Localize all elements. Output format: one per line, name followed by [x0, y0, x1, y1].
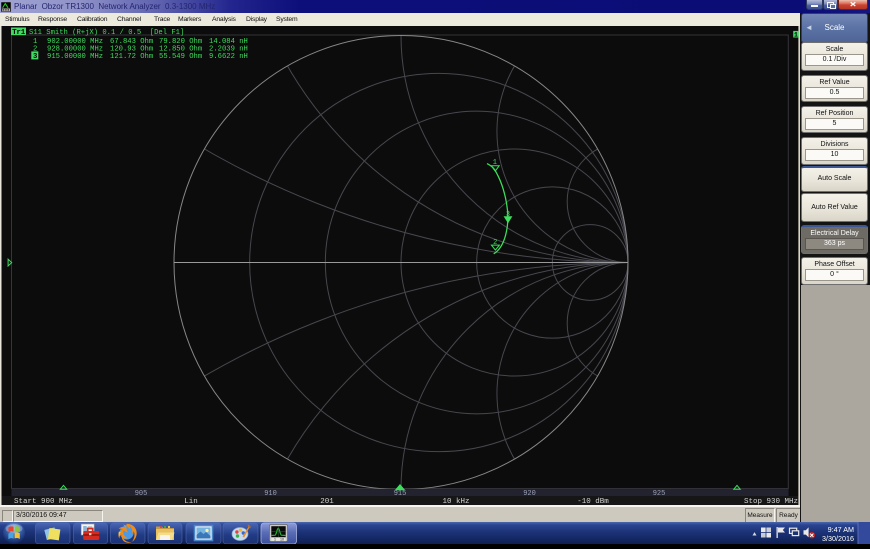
svg-text:121.72 Ohm: 121.72 Ohm [110, 53, 153, 61]
svg-text:915.00000 MHz: 915.00000 MHz [47, 53, 103, 61]
svg-text:1: 1 [274, 537, 276, 541]
svg-text:3/30/2016: 3/30/2016 [822, 534, 854, 543]
svg-text:Lin: Lin [184, 498, 198, 505]
svg-text:9.6622 nH: 9.6622 nH [209, 53, 248, 61]
svg-text:1: 1 [493, 159, 497, 167]
svg-text:3: 3 [506, 211, 510, 219]
svg-text:10 kHz: 10 kHz [442, 498, 469, 505]
svg-text:55.549 Ohm: 55.549 Ohm [159, 53, 202, 61]
svg-text:10: 10 [280, 537, 284, 541]
svg-text:Tr1: Tr1 [12, 29, 26, 37]
svg-text:9:47 AM: 9:47 AM [828, 525, 854, 534]
svg-text:2: 2 [493, 239, 497, 247]
svg-text:201: 201 [320, 498, 334, 505]
svg-text:1: 1 [794, 32, 798, 39]
svg-text:Start 900 MHz: Start 900 MHz [14, 498, 73, 505]
svg-text:-10 dBm: -10 dBm [577, 498, 609, 505]
svg-text:Stop 930 MHz: Stop 930 MHz [744, 498, 798, 505]
svg-text:S11 Smith (R+jX) 0.1 / 0.5 [D: S11 Smith (R+jX) 0.1 / 0.5 [Del F1] [29, 29, 184, 37]
svg-text:3: 3 [33, 53, 37, 61]
